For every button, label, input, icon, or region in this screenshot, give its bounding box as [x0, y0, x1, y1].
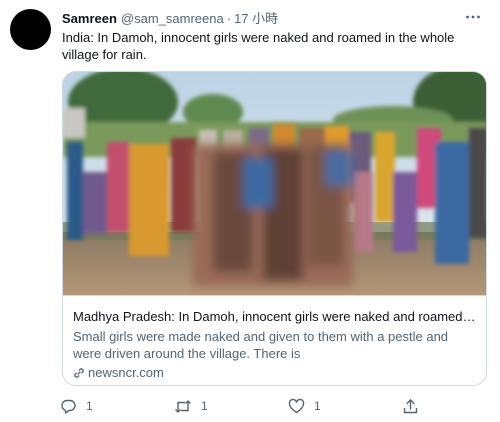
- avatar[interactable]: [10, 9, 51, 50]
- author-name[interactable]: Samreen: [62, 11, 117, 26]
- tweet[interactable]: Samreen @sam_samreena · 17 小時 India: In Dam…: [0, 0, 500, 422]
- retweet-icon: [174, 398, 192, 415]
- link-icon: [73, 366, 85, 383]
- like-button[interactable]: 1: [288, 396, 321, 416]
- author-handle[interactable]: @sam_samreena: [121, 11, 224, 26]
- share-button[interactable]: [402, 396, 419, 416]
- reply-count: 1: [86, 399, 93, 413]
- like-count: 1: [314, 399, 321, 413]
- reply-button[interactable]: 1: [60, 396, 93, 416]
- reply-icon: [60, 398, 77, 415]
- card-title[interactable]: Madhya Pradesh: In Damoh, innocent girls…: [73, 308, 478, 325]
- card-domain[interactable]: newsncr.com: [73, 364, 164, 383]
- card-description: Small girls were made naked and given to…: [73, 329, 449, 361]
- card-image[interactable]: [63, 72, 486, 295]
- like-icon: [288, 398, 305, 415]
- card-body[interactable]: Madhya Pradesh: In Damoh, innocent girls…: [63, 295, 486, 385]
- tweet-header: Samreen @sam_samreena · 17 小時: [62, 10, 480, 28]
- link-card[interactable]: Madhya Pradesh: In Damoh, innocent girls…: [62, 71, 487, 386]
- card-domain-text: newsncr.com: [88, 365, 164, 380]
- more-icon[interactable]: [464, 8, 482, 26]
- share-icon: [402, 398, 419, 415]
- separator-dot: ·: [226, 11, 232, 26]
- tweet-time[interactable]: 17 小時: [234, 11, 278, 26]
- retweet-button[interactable]: 1: [174, 396, 208, 416]
- tweet-actions: 1 1 1: [60, 396, 440, 416]
- retweet-count: 1: [201, 399, 208, 413]
- tweet-text: India: In Damoh, innocent girls were nak…: [62, 30, 455, 62]
